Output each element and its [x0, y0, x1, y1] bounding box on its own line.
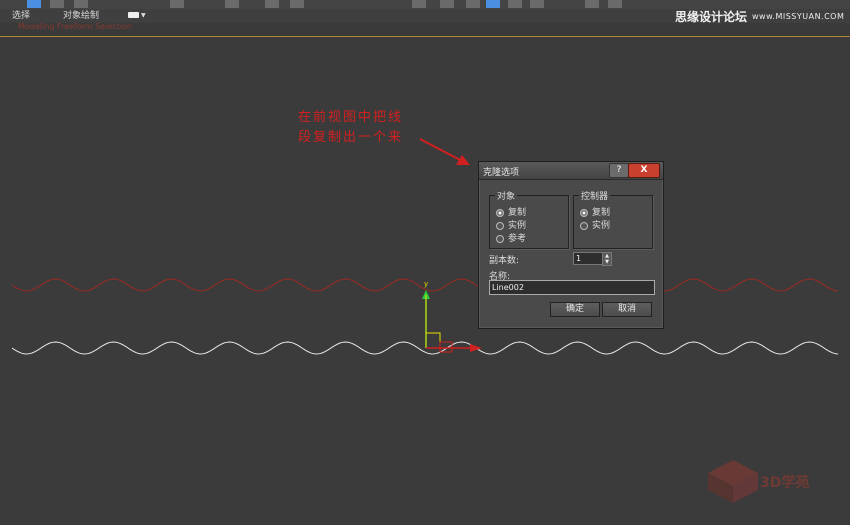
controller-group: 控制器 复制 实例 — [573, 189, 653, 249]
scale-tool-button[interactable] — [265, 0, 279, 8]
window-crossing-button[interactable] — [74, 0, 88, 8]
viewport-canvas: y — [11, 138, 839, 355]
tutorial-annotation: 在前视图中把线 段复制出一个来 — [298, 108, 403, 148]
radio-unselected-icon — [580, 221, 588, 230]
tab-select[interactable]: 选择 — [12, 9, 30, 23]
copies-spinner-icon[interactable]: ▲ ▼ — [602, 252, 612, 266]
layer-button[interactable] — [466, 0, 480, 8]
chevron-down-icon[interactable]: ▼ — [141, 12, 146, 19]
annotation-line-1: 在前视图中把线 — [298, 110, 404, 125]
dialog-titlebar[interactable]: 克隆选项 ? X — [479, 162, 663, 180]
gizmo-plane-xz[interactable] — [439, 341, 453, 353]
controller-group-title: 控制器 — [579, 189, 611, 202]
select-tool-button[interactable] — [27, 0, 41, 8]
annotation-line-2: 段复制出一个来 — [298, 130, 404, 145]
controller-copy-radio[interactable]: 复制 — [580, 205, 610, 218]
mirror-button[interactable] — [412, 0, 426, 8]
close-button[interactable]: X — [628, 163, 660, 178]
copies-label: 副本数: — [489, 256, 520, 266]
active-tool-button[interactable] — [486, 0, 500, 8]
clone-options-dialog: 克隆选项 ? X 对象 复制 实例 参考 控制器 复制 实例 副本数: 1 ▲ ▼… — [478, 161, 664, 329]
move-tool-button[interactable] — [170, 0, 184, 8]
watermark-logo-icon — [708, 460, 758, 503]
cancel-button[interactable]: 取消 — [602, 302, 652, 317]
object-instance-radio[interactable]: 实例 — [496, 218, 526, 231]
name-field[interactable] — [489, 280, 655, 295]
front-viewport[interactable]: y — [0, 37, 850, 525]
radio-selected-icon — [496, 208, 504, 217]
spline-line-selected[interactable] — [11, 341, 839, 355]
dialog-title: 克隆选项 — [483, 168, 520, 178]
object-copy-radio[interactable]: 复制 — [496, 205, 526, 218]
tab-object-paint[interactable]: 对象绘制 — [63, 9, 99, 23]
gizmo-plane-handle[interactable] — [426, 332, 441, 348]
snap-tool-button[interactable] — [290, 0, 304, 8]
radio-unselected-icon — [496, 234, 504, 243]
align-button[interactable] — [440, 0, 454, 8]
ribbon-ghost-text: Modeling Freeform Selection — [18, 22, 132, 31]
object-group-title: 对象 — [495, 189, 518, 202]
schematic-button[interactable] — [530, 0, 544, 8]
display-dropdown-icon[interactable] — [128, 12, 139, 18]
render-setup-button[interactable] — [585, 0, 599, 8]
copies-field[interactable]: 1 — [573, 252, 603, 265]
help-button[interactable]: ? — [609, 163, 629, 178]
object-reference-radio[interactable]: 参考 — [496, 231, 526, 244]
site-url: www.MISSYUAN.COM — [752, 12, 845, 21]
gizmo-y-label: y — [424, 280, 428, 288]
controller-instance-radio[interactable]: 实例 — [580, 218, 610, 231]
object-group: 对象 复制 实例 参考 — [489, 189, 569, 249]
render-button[interactable] — [608, 0, 622, 8]
annotation-arrow — [419, 138, 463, 162]
ok-button[interactable]: 确定 — [550, 302, 600, 317]
curve-editor-button[interactable] — [508, 0, 522, 8]
radio-unselected-icon — [496, 221, 504, 230]
select-region-button[interactable] — [50, 0, 64, 8]
rotate-tool-button[interactable] — [225, 0, 239, 8]
radio-selected-icon — [580, 208, 588, 217]
watermark-text: 3D学苑 — [760, 475, 810, 491]
